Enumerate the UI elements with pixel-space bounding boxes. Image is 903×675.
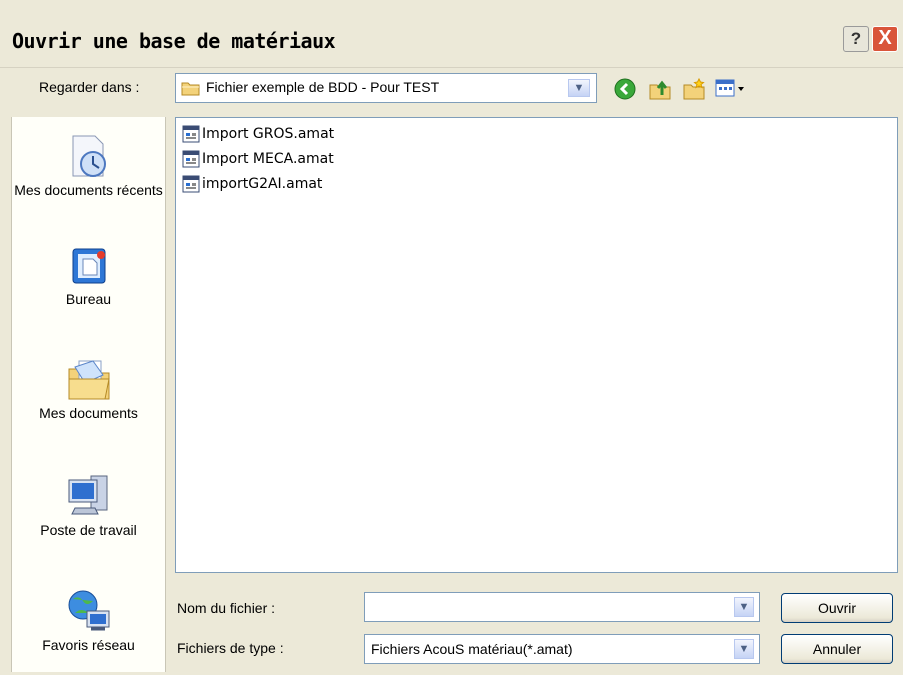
help-button[interactable]: ? bbox=[843, 26, 869, 52]
recent-documents-icon bbox=[72, 135, 106, 177]
place-desktop[interactable]: Bureau bbox=[12, 245, 165, 309]
folder-icon bbox=[181, 82, 200, 96]
place-label: Mes documents bbox=[39, 405, 138, 421]
amat-file-icon bbox=[182, 125, 200, 143]
place-recent[interactable]: Mes documents récents bbox=[12, 132, 165, 200]
place-label: Favoris réseau bbox=[42, 637, 135, 653]
look-in-select[interactable]: Fichier exemple de BDD - Pour TEST ▼ bbox=[175, 73, 597, 103]
list-item[interactable]: importG2AI.amat bbox=[182, 172, 322, 196]
title-bar: Ouvrir une base de matériaux ? X bbox=[0, 17, 903, 68]
file-name: importG2AI.amat bbox=[202, 176, 323, 192]
place-label: Poste de travail bbox=[40, 522, 137, 538]
file-name: Import GROS.amat bbox=[202, 126, 335, 142]
look-in-value: Fichier exemple de BDD - Pour TEST bbox=[206, 79, 440, 95]
chevron-down-icon[interactable]: ▼ bbox=[568, 79, 590, 97]
chevron-down-icon[interactable]: ▼ bbox=[734, 597, 754, 617]
amat-file-icon bbox=[182, 175, 200, 193]
place-label: Mes documents récents bbox=[14, 182, 163, 198]
list-item[interactable]: Import GROS.amat bbox=[182, 122, 334, 146]
cancel-button[interactable]: Annuler bbox=[781, 634, 893, 664]
filename-label: Nom du fichier : bbox=[177, 600, 276, 616]
window-title: Ouvrir une base de matériaux bbox=[12, 29, 336, 53]
view-menu-icon[interactable] bbox=[715, 78, 747, 100]
places-bar: Mes documents récents Bureau Mes documen… bbox=[11, 117, 166, 672]
desktop-icon bbox=[72, 248, 105, 284]
amat-file-icon bbox=[182, 150, 200, 168]
chevron-down-icon[interactable]: ▼ bbox=[734, 639, 754, 659]
file-list[interactable]: Import GROS.amat Import MECA.amat import… bbox=[175, 117, 898, 573]
place-network[interactable]: Favoris réseau bbox=[12, 587, 165, 655]
place-my-documents[interactable]: Mes documents bbox=[12, 355, 165, 423]
my-documents-folder-icon bbox=[68, 360, 110, 400]
list-item[interactable]: Import MECA.amat bbox=[182, 147, 334, 171]
filetype-value: Fichiers AcouS matériau(*.amat) bbox=[371, 641, 573, 657]
look-in-label: Regarder dans : bbox=[39, 79, 140, 95]
up-folder-icon[interactable] bbox=[648, 77, 672, 101]
my-computer-icon bbox=[68, 475, 107, 515]
place-my-computer[interactable]: Poste de travail bbox=[12, 472, 165, 540]
new-folder-icon[interactable] bbox=[682, 77, 706, 101]
file-name: Import MECA.amat bbox=[202, 151, 334, 167]
close-button[interactable]: X bbox=[872, 26, 898, 52]
open-button[interactable]: Ouvrir bbox=[781, 593, 893, 623]
filetype-label: Fichiers de type : bbox=[177, 640, 284, 656]
filetype-select[interactable]: Fichiers AcouS matériau(*.amat) ▼ bbox=[364, 634, 760, 664]
back-icon[interactable] bbox=[614, 78, 636, 100]
place-label: Bureau bbox=[65, 291, 112, 307]
network-places-icon bbox=[68, 590, 109, 631]
filename-input[interactable]: ▼ bbox=[364, 592, 760, 622]
